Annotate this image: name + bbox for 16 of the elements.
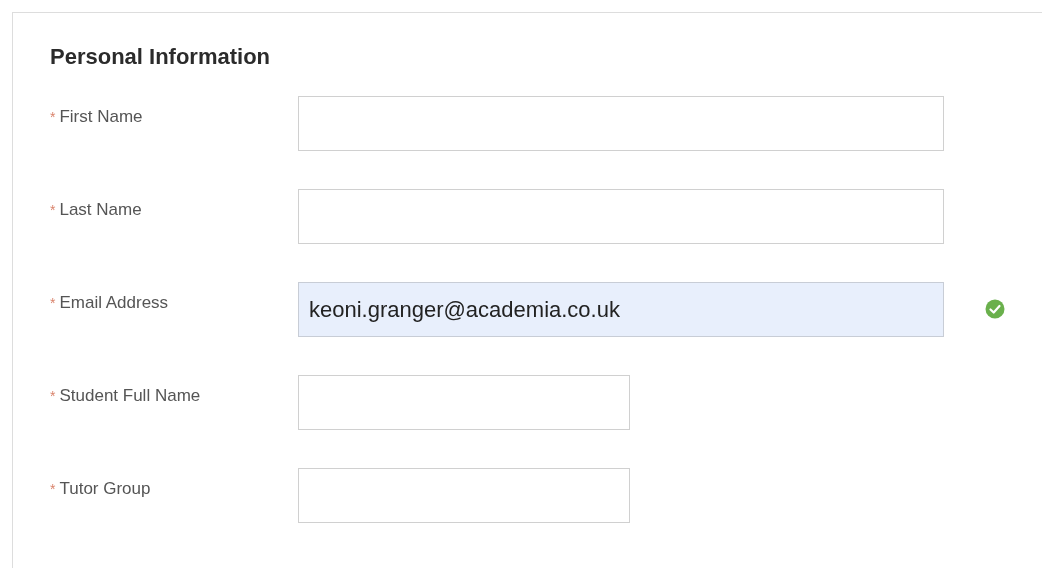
- input-field[interactable]: [298, 375, 630, 430]
- required-mark: *: [50, 481, 56, 497]
- required-mark: *: [50, 109, 56, 125]
- required-mark: *: [50, 388, 56, 404]
- required-mark: *: [50, 295, 56, 311]
- field-label: Email Address: [59, 293, 169, 313]
- input-field[interactable]: [298, 189, 944, 244]
- input-field[interactable]: [298, 468, 630, 523]
- required-mark: *: [50, 202, 56, 218]
- field-label: First Name: [59, 107, 143, 127]
- section-title: Personal Information: [50, 44, 272, 70]
- field-label: Student Full Name: [59, 386, 201, 406]
- field-label: Tutor Group: [59, 479, 151, 499]
- input-field[interactable]: keoni.granger@academia.co.uk: [298, 282, 944, 337]
- input-field[interactable]: [298, 96, 944, 151]
- field-label: Last Name: [59, 200, 142, 220]
